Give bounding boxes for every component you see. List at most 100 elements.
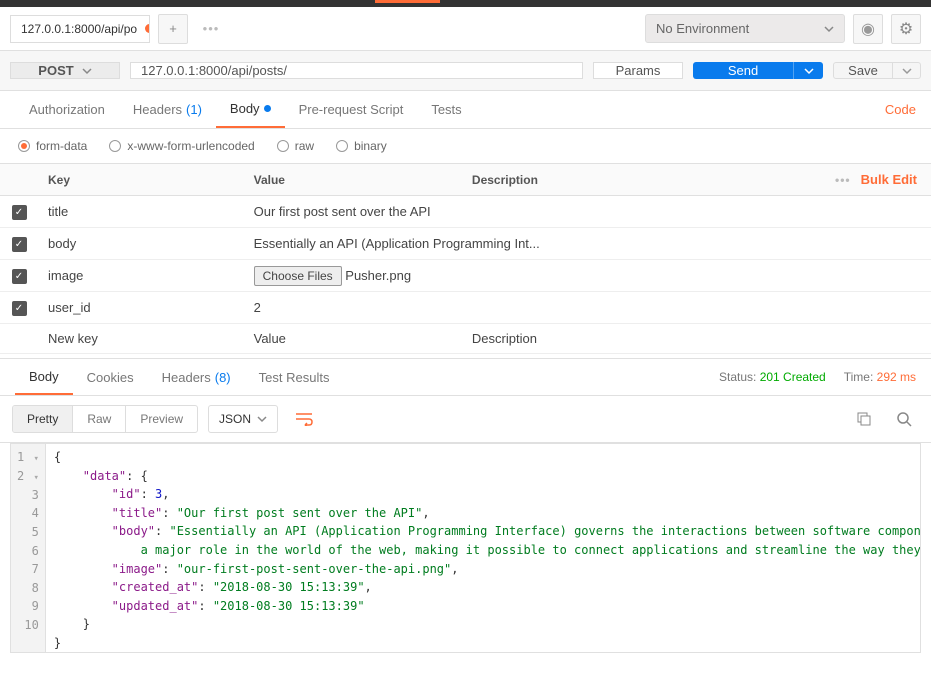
choose-files-button[interactable]: Choose Files [254, 266, 342, 286]
send-dropdown-button[interactable] [793, 62, 823, 79]
tab-options-button[interactable]: ••• [196, 14, 226, 44]
modified-dot-icon [264, 105, 271, 112]
method-select[interactable]: POST [10, 62, 120, 79]
ellipsis-icon[interactable]: ••• [835, 173, 851, 187]
tab-headers[interactable]: Headers (1) [119, 91, 216, 128]
save-button[interactable]: Save [833, 62, 893, 79]
value-cell[interactable]: Choose Files Pusher.png [244, 260, 931, 292]
chevron-down-icon [257, 414, 267, 424]
col-key: Key [38, 164, 244, 196]
response-tabs: Body Cookies Headers (8) Test Results St… [0, 358, 931, 396]
request-bar: POST 127.0.0.1:8000/api/posts/ Params Se… [0, 51, 931, 91]
col-desc: Description [462, 164, 821, 196]
file-name: Pusher.png [345, 268, 411, 283]
radio-urlencoded[interactable]: x-www-form-urlencoded [109, 139, 254, 153]
request-subtabs: Authorization Headers (1) Body Pre-reque… [0, 91, 931, 129]
unsaved-dot-icon [145, 24, 150, 33]
view-row: Pretty Raw Preview JSON [0, 396, 931, 443]
col-value: Value [244, 164, 462, 196]
env-quicklook-button[interactable]: ◉ [853, 14, 883, 44]
row-checkbox[interactable]: ✓ [12, 269, 27, 284]
radio-form-data[interactable]: form-data [18, 139, 87, 153]
tab-prerequest[interactable]: Pre-request Script [285, 91, 418, 128]
gear-icon: ⚙ [899, 19, 913, 39]
save-dropdown-button[interactable] [893, 62, 921, 79]
tab-bar: 127.0.0.1:8000/api/po + ••• No Environme… [0, 7, 931, 51]
url-input[interactable]: 127.0.0.1:8000/api/posts/ [130, 62, 583, 79]
key-cell[interactable]: title [38, 196, 244, 228]
response-meta: Status: 201 Created Time: 292 ms [719, 370, 916, 384]
key-cell[interactable]: body [38, 228, 244, 260]
resp-tab-body[interactable]: Body [15, 359, 73, 395]
radio-raw[interactable]: raw [277, 139, 314, 153]
row-checkbox[interactable]: ✓ [12, 205, 27, 220]
key-cell[interactable]: user_id [38, 292, 244, 324]
line-gutter: 1 ▾2 ▾345 678910 [11, 444, 46, 652]
value-cell[interactable]: 2 [244, 292, 931, 324]
new-desc-cell[interactable]: Description [462, 324, 931, 354]
params-button[interactable]: Params [593, 62, 683, 79]
form-data-table: Key Value Description ••• Bulk Edit ✓ ti… [0, 164, 931, 354]
col-check [0, 164, 38, 196]
method-label: POST [38, 63, 73, 78]
new-value-cell[interactable]: Value [244, 324, 462, 354]
radio-icon [336, 140, 348, 152]
response-body[interactable]: 1 ▾2 ▾345 678910 { "data": { "id": 3, "t… [10, 443, 921, 653]
new-tab-button[interactable]: + [158, 14, 188, 44]
table-row: ✓ body Essentially an API (Application P… [0, 228, 931, 260]
topbar-accent [375, 0, 440, 3]
search-icon [896, 411, 912, 427]
radio-binary[interactable]: binary [336, 139, 387, 153]
tab-authorization[interactable]: Authorization [15, 91, 119, 128]
value-cell[interactable]: Essentially an API (Application Programm… [244, 228, 931, 260]
view-mode-group: Pretty Raw Preview [12, 405, 198, 433]
key-cell[interactable]: image [38, 260, 244, 292]
radio-icon [18, 140, 30, 152]
copy-icon [856, 411, 872, 427]
resp-tab-tests[interactable]: Test Results [245, 359, 344, 395]
table-row: ✓ user_id 2 [0, 292, 931, 324]
value-cell[interactable]: Our first post sent over the API [244, 196, 931, 228]
view-preview[interactable]: Preview [126, 406, 197, 432]
format-select[interactable]: JSON [208, 405, 278, 433]
environment-label: No Environment [656, 21, 749, 36]
plus-icon: + [169, 21, 177, 36]
radio-icon [109, 140, 121, 152]
row-checkbox[interactable]: ✓ [12, 237, 27, 252]
tab-body[interactable]: Body [216, 91, 285, 128]
send-button[interactable]: Send [693, 62, 793, 79]
environment-select[interactable]: No Environment [645, 14, 845, 43]
tab-label: 127.0.0.1:8000/api/po [21, 22, 137, 36]
chevron-down-icon [82, 66, 92, 76]
resp-tab-cookies[interactable]: Cookies [73, 359, 148, 395]
new-key-cell[interactable]: New key [38, 324, 244, 354]
chevron-down-icon [804, 66, 814, 76]
row-checkbox[interactable]: ✓ [12, 301, 27, 316]
time-value: 292 ms [877, 370, 916, 384]
body-type-row: form-data x-www-form-urlencoded raw bina… [0, 129, 931, 164]
bulk-edit-link[interactable]: Bulk Edit [861, 172, 917, 187]
settings-button[interactable]: ⚙ [891, 14, 921, 44]
search-response-button[interactable] [889, 404, 919, 434]
code-link[interactable]: Code [885, 102, 916, 117]
view-pretty[interactable]: Pretty [13, 406, 73, 432]
radio-icon [277, 140, 289, 152]
status-value: 201 Created [760, 370, 826, 384]
resp-tab-headers[interactable]: Headers (8) [148, 359, 245, 395]
url-value: 127.0.0.1:8000/api/posts/ [141, 63, 287, 78]
wrap-toggle[interactable] [288, 404, 320, 434]
app-topbar [0, 0, 931, 7]
tab-tests[interactable]: Tests [417, 91, 475, 128]
copy-response-button[interactable] [849, 404, 879, 434]
request-tab[interactable]: 127.0.0.1:8000/api/po [10, 15, 150, 43]
eye-icon: ◉ [861, 19, 875, 39]
chevron-down-icon [824, 24, 834, 34]
table-row: ✓ image Choose Files Pusher.png [0, 260, 931, 292]
json-code: { "data": { "id": 3, "title": "Our first… [46, 444, 921, 652]
wrap-icon [295, 412, 313, 426]
table-row: ✓ title Our first post sent over the API [0, 196, 931, 228]
ellipsis-icon: ••• [203, 21, 220, 36]
view-raw[interactable]: Raw [73, 406, 126, 432]
table-row-new: New key Value Description [0, 324, 931, 354]
chevron-down-icon [902, 66, 912, 76]
